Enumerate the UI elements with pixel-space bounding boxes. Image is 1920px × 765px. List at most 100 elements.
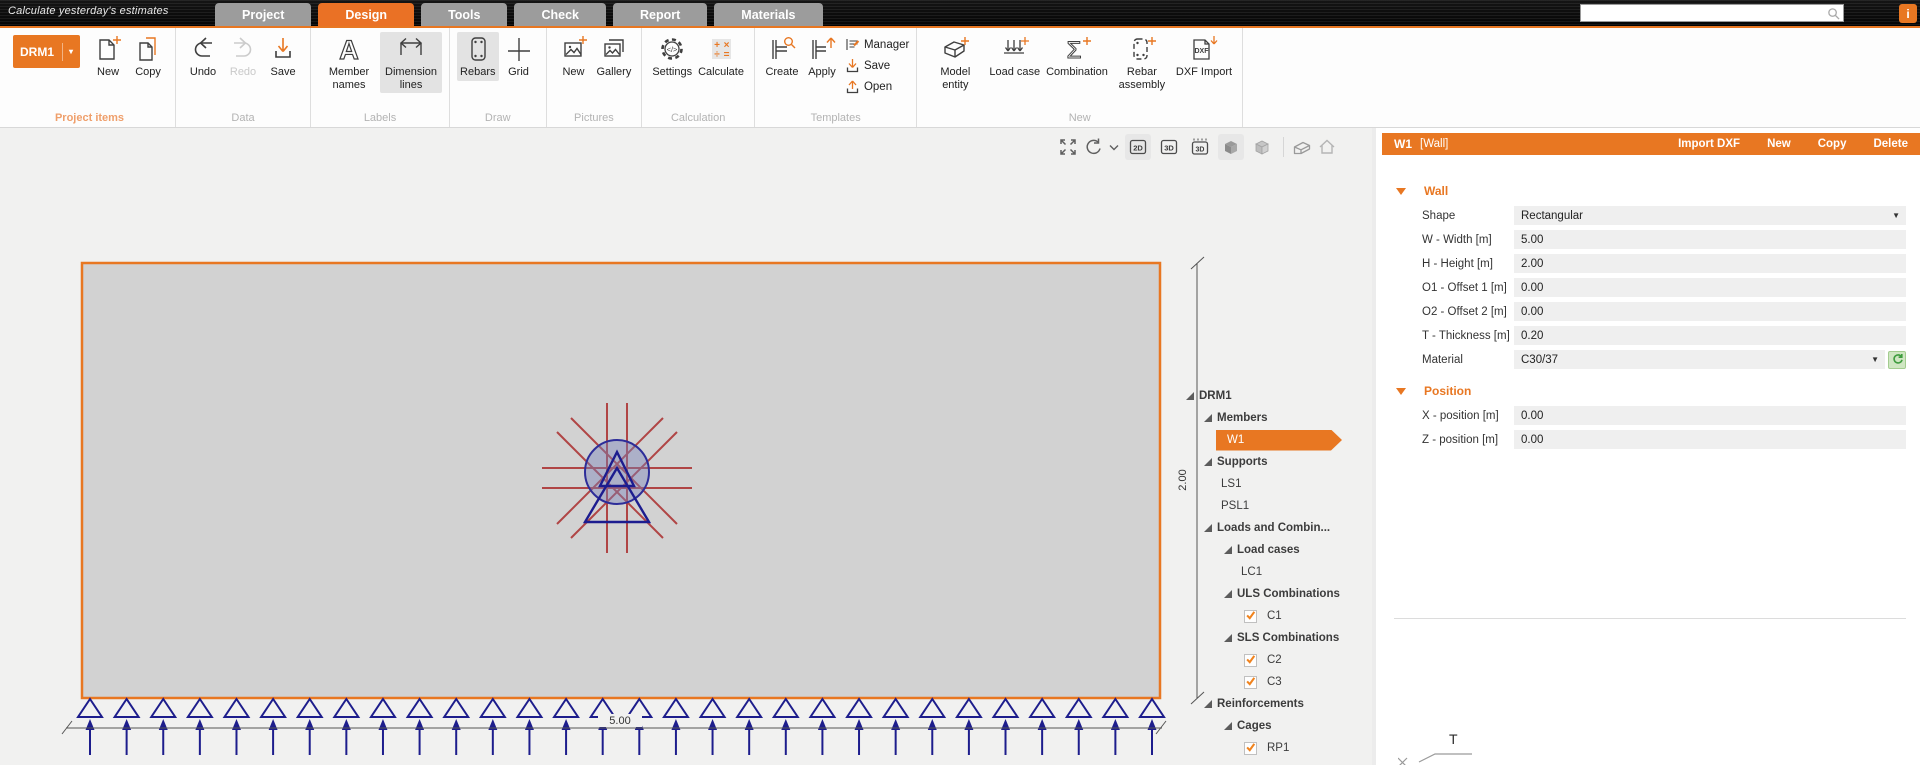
- section-header[interactable]: Wall: [1396, 183, 1920, 199]
- member-names-toggle[interactable]: A Member names: [318, 32, 380, 93]
- undo-button[interactable]: Undo: [183, 32, 223, 81]
- shaded-view-button[interactable]: [1218, 134, 1244, 160]
- tree-item-c2[interactable]: C2: [1180, 649, 1370, 671]
- home-view-icon[interactable]: [1317, 137, 1337, 157]
- tab-design[interactable]: Design: [318, 3, 414, 26]
- tab-check[interactable]: Check: [514, 3, 606, 26]
- tree-expander-icon[interactable]: [1204, 458, 1212, 466]
- tab-report[interactable]: Report: [613, 3, 707, 26]
- import-dxf-button[interactable]: Import DXF: [1678, 138, 1740, 150]
- delete-member-button[interactable]: Delete: [1873, 138, 1908, 150]
- view-2d-button[interactable]: 2D: [1125, 134, 1151, 160]
- dimension-lines-toggle[interactable]: Dimension lines: [380, 32, 442, 93]
- save-button[interactable]: Save: [263, 32, 303, 81]
- tree-item-c3[interactable]: C3: [1180, 671, 1370, 693]
- rebar-assembly-button[interactable]: Rebar assembly: [1111, 32, 1173, 93]
- property-input[interactable]: 2.00: [1514, 254, 1906, 273]
- model-entity-button[interactable]: Model entity: [924, 32, 986, 93]
- chevron-down-icon[interactable]: ▼: [1892, 211, 1900, 220]
- tree-checkbox[interactable]: [1244, 676, 1257, 689]
- tree-item-c1[interactable]: C1: [1180, 605, 1370, 627]
- property-input[interactable]: 5.00: [1514, 230, 1906, 249]
- tree-item-label: Supports: [1217, 456, 1267, 468]
- calculate-button[interactable]: + × ÷ = Calculate: [695, 32, 747, 81]
- tree-expander-icon[interactable]: [1224, 546, 1232, 554]
- tree-expander-icon[interactable]: [1224, 590, 1232, 598]
- view-3d-dimensions-button[interactable]: 3D: [1187, 134, 1213, 160]
- tree-item-loads-and-combin[interactable]: Loads and Combin...: [1180, 517, 1370, 539]
- tree-item-lc1[interactable]: LC1: [1180, 561, 1370, 583]
- new-member-button[interactable]: New: [1767, 138, 1791, 150]
- model-canvas[interactable]: 5.00 2.00: [0, 128, 1372, 765]
- gallery-button[interactable]: Gallery: [594, 32, 635, 81]
- support-triangle: [884, 699, 908, 717]
- collapse-triangle-icon[interactable]: [1396, 188, 1406, 195]
- property-dropdown[interactable]: C30/37▼: [1514, 350, 1885, 369]
- diagram-t-label: T: [1449, 731, 1458, 747]
- info-button[interactable]: i: [1899, 4, 1917, 23]
- collapse-triangle-icon[interactable]: [1396, 388, 1406, 395]
- tree-item-rp1[interactable]: RP1: [1180, 737, 1370, 759]
- new-picture-button[interactable]: New: [554, 32, 594, 81]
- combination-button[interactable]: Σ Combination: [1043, 32, 1111, 81]
- tree-item-drm1[interactable]: DRM1: [1180, 385, 1370, 407]
- tree-item-ls1[interactable]: LS1: [1180, 473, 1370, 495]
- tree-expander-icon[interactable]: [1224, 634, 1232, 642]
- chevron-down-icon[interactable]: [1108, 137, 1120, 157]
- tree-expander-icon[interactable]: [1204, 700, 1212, 708]
- tree-item-supports[interactable]: Supports: [1180, 451, 1370, 473]
- property-input[interactable]: 0.00: [1514, 430, 1906, 449]
- template-open-button[interactable]: Open: [844, 76, 909, 97]
- tree-checkbox[interactable]: [1244, 610, 1257, 623]
- tree-item-load-cases[interactable]: Load cases: [1180, 539, 1370, 561]
- support-triangle: [371, 699, 395, 717]
- tree-item-w1[interactable]: W1: [1180, 429, 1370, 451]
- zoom-fit-icon[interactable]: [1058, 137, 1078, 157]
- section-clip-icon[interactable]: [1292, 137, 1312, 157]
- rotate-view-icon[interactable]: [1083, 137, 1103, 157]
- search-box[interactable]: [1580, 4, 1844, 22]
- tree-item-psl1[interactable]: PSL1: [1180, 495, 1370, 517]
- tree-expander-icon[interactable]: [1186, 392, 1194, 400]
- project-selector-button[interactable]: DRM1 ▾: [13, 35, 80, 68]
- tree-item-members[interactable]: Members: [1180, 407, 1370, 429]
- property-input[interactable]: 0.00: [1514, 278, 1906, 297]
- copy-project-button[interactable]: Copy: [128, 32, 168, 81]
- tree-checkbox[interactable]: [1244, 654, 1257, 667]
- tree-expander-icon[interactable]: [1224, 722, 1232, 730]
- settings-button[interactable]: </> Settings: [649, 32, 695, 81]
- tree-item-cages[interactable]: Cages: [1180, 715, 1370, 737]
- tree-checkbox[interactable]: [1244, 742, 1257, 755]
- tab-project[interactable]: Project: [215, 3, 311, 26]
- section-header[interactable]: Position: [1396, 383, 1920, 399]
- tab-tools[interactable]: Tools: [421, 3, 507, 26]
- property-dropdown[interactable]: Rectangular▼: [1514, 206, 1906, 225]
- wireframe-view-button[interactable]: [1249, 134, 1275, 160]
- view-3d-button[interactable]: 3D: [1156, 134, 1182, 160]
- rebars-toggle[interactable]: Rebars: [457, 32, 498, 81]
- property-input[interactable]: 0.00: [1514, 406, 1906, 425]
- template-apply-button[interactable]: Apply: [802, 32, 842, 81]
- template-save-button[interactable]: Save: [844, 55, 909, 76]
- copy-member-button[interactable]: Copy: [1818, 138, 1847, 150]
- tree-expander-icon[interactable]: [1204, 414, 1212, 422]
- save-icon: [268, 34, 298, 64]
- material-refresh-button[interactable]: [1888, 351, 1906, 369]
- tree-item-sls-combinations[interactable]: SLS Combinations: [1180, 627, 1370, 649]
- property-input[interactable]: 0.20: [1514, 326, 1906, 345]
- tree-item-reinforcements[interactable]: Reinforcements: [1180, 693, 1370, 715]
- tree-selection-highlight[interactable]: W1: [1216, 430, 1342, 451]
- property-row: MaterialC30/37▼: [1422, 350, 1906, 369]
- template-create-button[interactable]: Create: [762, 32, 802, 81]
- chevron-down-icon[interactable]: ▼: [1871, 355, 1879, 364]
- new-project-button[interactable]: New: [88, 32, 128, 81]
- search-input[interactable]: [1581, 6, 1827, 20]
- template-manager-button[interactable]: Manager: [844, 34, 909, 55]
- load-case-button[interactable]: Load case: [986, 32, 1043, 81]
- tab-materials[interactable]: Materials: [714, 3, 822, 26]
- property-input[interactable]: 0.00: [1514, 302, 1906, 321]
- tree-item-uls-combinations[interactable]: ULS Combinations: [1180, 583, 1370, 605]
- grid-toggle[interactable]: Grid: [499, 32, 539, 81]
- tree-expander-icon[interactable]: [1204, 524, 1212, 532]
- dxf-import-button[interactable]: DXF DXF Import: [1173, 32, 1235, 81]
